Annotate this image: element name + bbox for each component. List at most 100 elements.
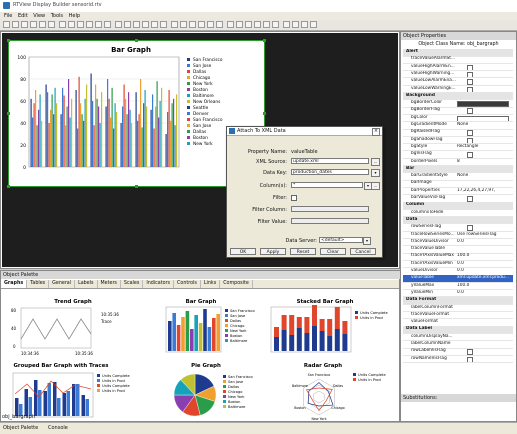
property-row[interactable]: rowNameVisFlag — [403, 356, 513, 364]
clear-button[interactable]: Clear — [320, 248, 346, 255]
toolbar-button[interactable] — [86, 21, 93, 28]
toolbar-button[interactable] — [39, 21, 46, 28]
reset-button[interactable]: Reset — [290, 248, 316, 255]
selection-handle[interactable] — [135, 185, 138, 188]
toolbar-button[interactable] — [254, 21, 261, 28]
toolbar-button[interactable] — [245, 21, 252, 28]
toolbar-button[interactable] — [160, 21, 167, 28]
checkbox[interactable] — [467, 130, 473, 136]
toolbar-button[interactable] — [171, 21, 178, 28]
toolbar-button[interactable] — [59, 21, 66, 28]
data-key-field[interactable]: production_dates — [291, 169, 369, 175]
checkbox[interactable] — [467, 137, 473, 144]
tab-general[interactable]: General — [49, 280, 76, 288]
toolbar-button[interactable] — [227, 21, 234, 28]
palette-thumbnails[interactable]: Trend Graph 80 40 0 10:34:36 10:35:36 10… — [1, 289, 399, 421]
property-value[interactable]: None — [457, 173, 513, 180]
ok-button[interactable]: OK — [230, 248, 256, 255]
selection-handle[interactable] — [135, 39, 138, 42]
property-value[interactable]: 100.0 — [457, 253, 513, 260]
toolbar-button[interactable] — [189, 21, 196, 28]
toolbar-button[interactable] — [30, 21, 37, 28]
toolbar-button[interactable] — [310, 21, 317, 28]
checkbox[interactable] — [467, 86, 473, 93]
selection-handle[interactable] — [7, 112, 10, 115]
columns-field[interactable]: * — [291, 182, 363, 188]
toolbar-button[interactable] — [216, 21, 223, 28]
checkbox[interactable] — [467, 225, 473, 231]
color-swatch[interactable] — [457, 115, 509, 122]
toolbar-button[interactable] — [133, 21, 140, 28]
selection-handle[interactable] — [263, 39, 266, 42]
toolbar-button[interactable] — [77, 21, 84, 28]
xml-source-browse-button[interactable]: ... — [371, 158, 380, 166]
property-value[interactable]: 0.0 — [457, 290, 513, 297]
toolbar-button[interactable] — [207, 21, 214, 28]
menu-edit[interactable]: Edit — [18, 12, 28, 20]
columns-browse-button[interactable]: ... — [371, 182, 380, 190]
menu-help[interactable]: Help — [69, 12, 80, 20]
selection-handle[interactable] — [263, 112, 266, 115]
toolbar-button[interactable] — [95, 21, 102, 28]
cancel-button[interactable]: Cancel — [350, 248, 376, 255]
data-server-select[interactable]: <default> — [319, 237, 363, 243]
xml-source-field[interactable]: update.xml — [291, 158, 369, 164]
checkbox[interactable] — [467, 152, 473, 158]
chevron-down-icon[interactable]: ▾ — [371, 169, 380, 177]
toolbar-button[interactable] — [151, 21, 158, 28]
tab-indicators[interactable]: Indicators — [143, 280, 175, 288]
toolbar-button[interactable] — [21, 21, 28, 28]
property-value[interactable]: xml:update.xml:produ... — [457, 275, 513, 282]
property-value[interactable]: Use rowSeriesFlag — [457, 232, 513, 239]
toolbar-button[interactable] — [198, 21, 205, 28]
tab-graphs[interactable]: Graphs — [1, 280, 28, 288]
property-value[interactable]: 100.0 — [457, 283, 513, 290]
checkbox[interactable] — [467, 71, 473, 78]
filter-value-field[interactable] — [291, 218, 369, 224]
tab-tables[interactable]: Tables — [27, 280, 50, 288]
tab-meters[interactable]: Meters — [98, 280, 121, 288]
property-value[interactable]: 17,22,26,4,27,97, — [457, 188, 513, 195]
toolbar-button[interactable] — [104, 21, 111, 28]
menu-view[interactable]: View — [33, 12, 45, 20]
selection-handle[interactable] — [7, 39, 10, 42]
apply-button[interactable]: Apply — [260, 248, 286, 255]
selection-handle[interactable] — [7, 185, 10, 188]
property-value[interactable]: Rectangle — [457, 144, 513, 151]
property-value[interactable]: 0.0 — [457, 239, 513, 246]
toolbar-button[interactable] — [12, 21, 19, 28]
menu-file[interactable]: File — [4, 12, 12, 20]
tab-controls[interactable]: Controls — [174, 280, 201, 288]
toolbar-button[interactable] — [236, 21, 243, 28]
property-value[interactable]: 0.0 — [457, 268, 513, 275]
toolbar-button[interactable] — [272, 21, 279, 28]
toolbar-button[interactable] — [124, 21, 131, 28]
tab-links[interactable]: Links — [201, 280, 221, 288]
filter-column-field[interactable] — [291, 206, 369, 212]
chevron-down-icon[interactable]: ▾ — [363, 237, 371, 245]
menu-tools[interactable]: Tools — [51, 12, 63, 20]
checkbox[interactable] — [467, 79, 473, 85]
property-value[interactable]: None — [457, 122, 513, 129]
toolbar-button[interactable] — [301, 21, 308, 28]
toolbar-button[interactable] — [48, 21, 55, 28]
tab-object-palette[interactable]: Object Palette — [3, 425, 38, 431]
toolbar-button[interactable] — [142, 21, 149, 28]
toolbar-button[interactable] — [3, 21, 10, 28]
filter-checkbox[interactable] — [291, 195, 297, 201]
toolbar-button[interactable] — [115, 21, 122, 28]
checkbox[interactable] — [467, 108, 473, 114]
tab-composite[interactable]: Composite — [220, 280, 253, 288]
color-swatch[interactable] — [457, 101, 509, 107]
checkbox[interactable] — [467, 349, 473, 355]
toolbar-button[interactable] — [292, 21, 299, 28]
tab-console[interactable]: Console — [48, 425, 68, 431]
toolbar-button[interactable] — [68, 21, 75, 28]
toolbar-button[interactable] — [180, 21, 187, 28]
property-value[interactable]: 0.0 — [457, 261, 513, 268]
close-icon[interactable]: × — [372, 128, 380, 136]
tab-labels[interactable]: Labels — [75, 280, 98, 288]
tab-scales[interactable]: Scales — [121, 280, 144, 288]
checkbox[interactable] — [467, 356, 473, 363]
toolbar-button[interactable] — [263, 21, 270, 28]
